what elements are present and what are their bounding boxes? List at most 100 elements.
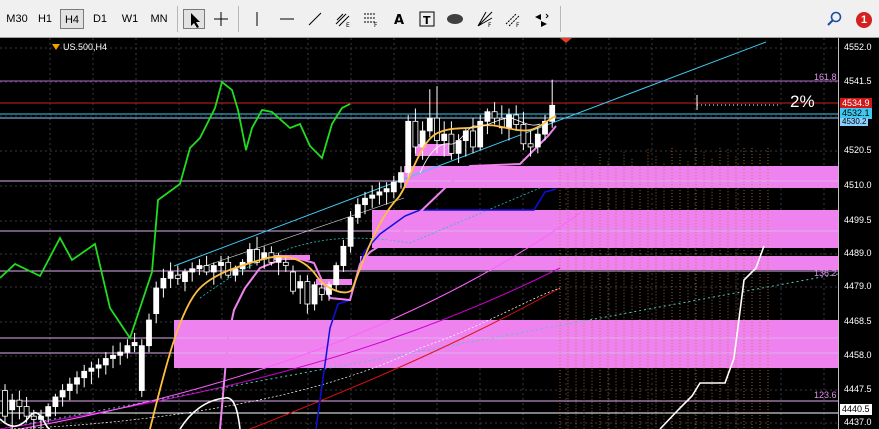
candle-body xyxy=(369,194,376,199)
text-label-icon: T xyxy=(419,11,435,27)
fibonacci-channel-icon: F xyxy=(505,13,520,28)
candle-body xyxy=(297,281,304,289)
horizontal-line-icon xyxy=(280,18,294,20)
candle-body xyxy=(383,188,390,193)
candle-body xyxy=(102,358,109,366)
candle-body xyxy=(66,383,73,391)
candle-body xyxy=(354,204,361,218)
candle-body xyxy=(225,261,232,276)
fib-label-136-2: 136.2 xyxy=(814,268,837,278)
candle-body xyxy=(117,351,124,356)
vertical-line-icon xyxy=(256,12,258,26)
zone-rect xyxy=(360,256,838,270)
search-button[interactable] xyxy=(824,9,846,29)
candle-body xyxy=(333,265,340,286)
candle-body xyxy=(160,277,167,289)
candle-body xyxy=(23,406,30,417)
candle-body xyxy=(146,319,152,347)
fib-label-123-6: 123.6 xyxy=(814,390,837,400)
candle-body xyxy=(318,287,325,295)
search-icon xyxy=(827,11,842,26)
candle-body xyxy=(282,261,289,266)
candle-body xyxy=(189,268,196,273)
symbol-arrow-icon xyxy=(52,44,60,50)
candle-body xyxy=(534,133,541,148)
candle-body xyxy=(527,143,534,148)
toolbar-separator xyxy=(238,6,239,32)
candle-body xyxy=(311,284,318,305)
candle-body xyxy=(426,117,433,132)
timeframe-h4[interactable]: H4 xyxy=(60,9,84,29)
candle-body xyxy=(304,281,311,305)
candle-body xyxy=(182,271,188,282)
candle-body xyxy=(59,390,66,398)
fibonacci-channel-tool[interactable]: F xyxy=(502,9,524,29)
zone-rect xyxy=(404,166,838,188)
fibonacci-fan-tool[interactable]: F xyxy=(474,9,496,29)
price-chart[interactable] xyxy=(0,38,838,429)
arrows-icon xyxy=(535,13,549,27)
fibonacci-retracement-tool[interactable]: F xyxy=(360,9,382,29)
candle-body xyxy=(2,390,8,417)
svg-text:A: A xyxy=(394,13,404,28)
timeframe-d1[interactable]: D1 xyxy=(88,9,112,29)
ellipse-tool[interactable] xyxy=(444,9,466,29)
candle-body xyxy=(441,133,448,141)
candle-body xyxy=(491,111,498,119)
cursor-tool[interactable] xyxy=(183,9,205,29)
timeframe-m30[interactable]: M30 xyxy=(4,9,30,29)
candle-body xyxy=(88,367,95,372)
trendline-tool[interactable] xyxy=(304,9,326,29)
candle-body xyxy=(74,377,80,385)
candle-body xyxy=(405,120,412,174)
candle-body xyxy=(506,114,512,129)
horizontal-line-tool[interactable] xyxy=(276,9,298,29)
chart-toolbar: M30 H1 H4 D1 W1 MN E F A T F F 1 xyxy=(0,0,879,38)
candle-body xyxy=(138,345,145,391)
candle-body xyxy=(110,354,116,359)
equidistant-channel-tool[interactable]: E xyxy=(332,9,354,29)
candle-body xyxy=(196,265,203,270)
vertical-line-tool[interactable] xyxy=(246,9,268,29)
price-axis[interactable]: 4552.0 4541.5 4520.5 4510.0 4499.5 4489.… xyxy=(838,38,879,429)
candle-body xyxy=(210,265,217,273)
timeframe-mn[interactable]: MN xyxy=(146,9,172,29)
candle-body xyxy=(52,396,59,407)
candle-body xyxy=(45,406,52,417)
text-label-tool[interactable]: T xyxy=(416,9,438,29)
ellipse-icon xyxy=(447,14,463,24)
svg-text:E: E xyxy=(346,22,350,28)
price-axis-tick: 4499.5 xyxy=(844,215,872,225)
candle-body xyxy=(412,120,419,148)
price-axis-tick: 4479.0 xyxy=(844,281,872,291)
candle-body xyxy=(16,399,23,407)
svg-text:F: F xyxy=(488,22,492,28)
candle-body xyxy=(470,130,476,148)
candle-body xyxy=(218,261,224,266)
svg-text:F: F xyxy=(374,22,378,28)
candle-body xyxy=(390,181,397,193)
candle-body xyxy=(376,191,383,196)
toolbar-separator xyxy=(177,6,178,32)
symbol-label: US.500,H4 xyxy=(52,42,107,52)
crosshair-tool[interactable] xyxy=(210,9,232,29)
candle-body xyxy=(362,197,368,206)
toolbar-separator xyxy=(560,6,561,32)
price-axis-tick: 4510.0 xyxy=(844,180,872,190)
trendline-icon xyxy=(308,12,322,26)
price-axis-tick: 4437.0 xyxy=(844,417,872,427)
text-icon: A xyxy=(394,13,404,28)
candle-body xyxy=(290,271,296,292)
channel-icon: E xyxy=(335,13,350,28)
price-tag-low: 4440.5 xyxy=(840,404,872,415)
candle-body xyxy=(455,140,462,154)
text-tool[interactable]: A xyxy=(388,9,410,29)
notification-badge[interactable]: 1 xyxy=(856,12,872,28)
candle-body xyxy=(124,345,131,353)
timeframe-w1[interactable]: W1 xyxy=(116,9,144,29)
arrows-tool[interactable] xyxy=(530,9,552,29)
candle-body xyxy=(30,415,37,420)
timeframe-h1[interactable]: H1 xyxy=(34,9,56,29)
price-tag-line-2: 4530.2 xyxy=(840,117,869,126)
candle-body xyxy=(520,124,527,145)
